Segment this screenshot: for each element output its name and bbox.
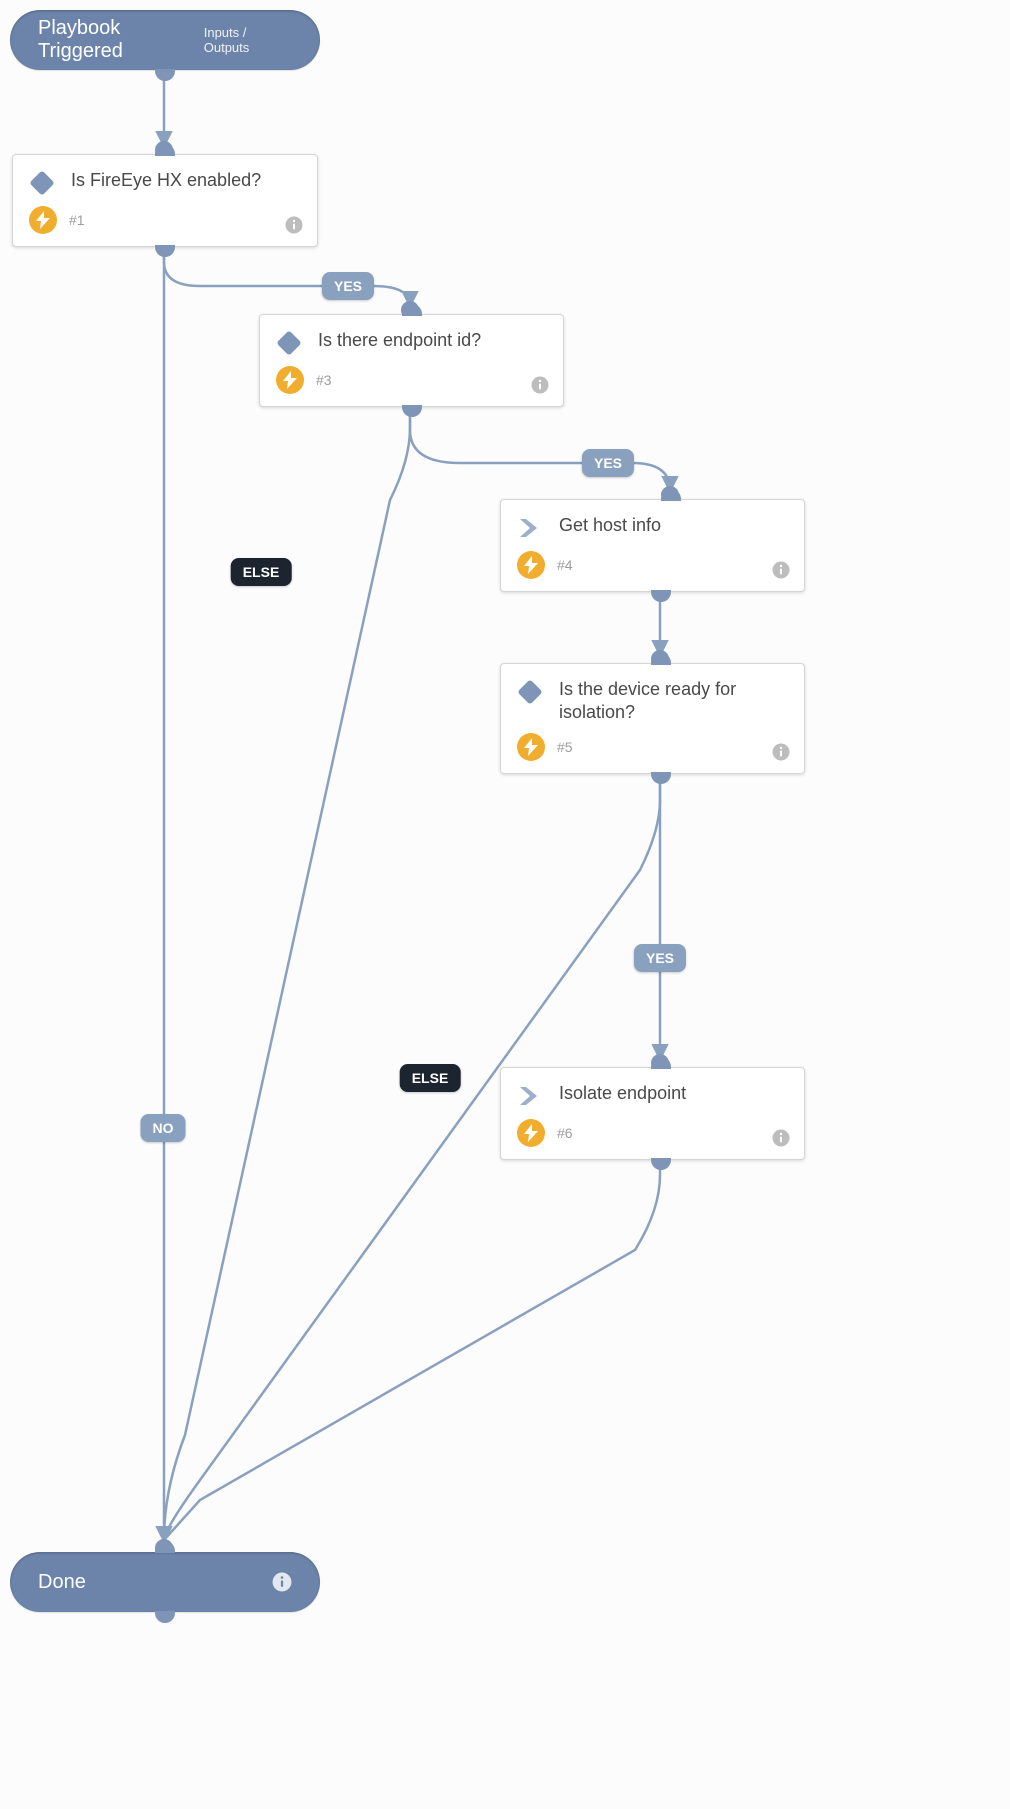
step-6-card[interactable]: Isolate endpoint #6 [500,1067,805,1160]
diamond-icon [29,170,55,196]
branch-tag-yes-3: YES [582,449,634,477]
chevron-icon [517,515,543,541]
step-5-id: #5 [557,739,573,755]
port-in [402,304,422,316]
port-in [651,1057,671,1069]
step-6-id: #6 [557,1125,573,1141]
info-icon[interactable] [772,743,790,761]
branch-tag-no-1: NO [141,1114,186,1142]
flow-edges [0,0,1010,1809]
step-4-id: #4 [557,557,573,573]
end-title: Done [38,1571,86,1594]
diamond-icon [276,330,302,356]
step-6-title: Isolate endpoint [559,1082,686,1105]
port-out [155,245,175,257]
step-5-title: Is the device ready for isolation? [559,678,788,723]
step-4-title: Get host info [559,514,661,537]
step-4-card[interactable]: Get host info #4 [500,499,805,592]
port-in [661,489,681,501]
lightning-icon [517,551,545,579]
port-out [402,405,422,417]
port-out [651,1158,671,1170]
chevron-icon [517,1083,543,1109]
lightning-icon [29,206,57,234]
branch-tag-yes-1: YES [322,272,374,300]
start-io-label[interactable]: Inputs / Outputs [204,25,292,55]
start-node[interactable]: Playbook Triggered Inputs / Outputs [10,10,320,70]
lightning-icon [517,733,545,761]
branch-tag-else-3: ELSE [231,558,292,586]
port-in [155,144,175,156]
step-5-card[interactable]: Is the device ready for isolation? #5 [500,663,805,774]
diamond-icon [517,679,543,705]
step-3-id: #3 [316,372,332,388]
port-out [155,69,175,81]
step-3-title: Is there endpoint id? [318,329,481,352]
port-out [651,590,671,602]
step-1-id: #1 [69,212,85,228]
info-icon[interactable] [272,1572,292,1592]
info-icon[interactable] [772,561,790,579]
branch-tag-yes-5: YES [634,944,686,972]
info-icon[interactable] [285,216,303,234]
port-out [155,1611,175,1623]
lightning-icon [517,1119,545,1147]
branch-tag-else-5: ELSE [400,1064,461,1092]
info-icon[interactable] [531,376,549,394]
port-in [155,1541,175,1553]
start-title: Playbook Triggered [38,17,204,63]
port-in [651,653,671,665]
info-icon[interactable] [772,1129,790,1147]
step-3-card[interactable]: Is there endpoint id? #3 [259,314,564,407]
port-out [651,772,671,784]
end-node[interactable]: Done [10,1552,320,1612]
lightning-icon [276,366,304,394]
step-1-card[interactable]: Is FireEye HX enabled? #1 [12,154,318,247]
step-1-title: Is FireEye HX enabled? [71,169,261,192]
